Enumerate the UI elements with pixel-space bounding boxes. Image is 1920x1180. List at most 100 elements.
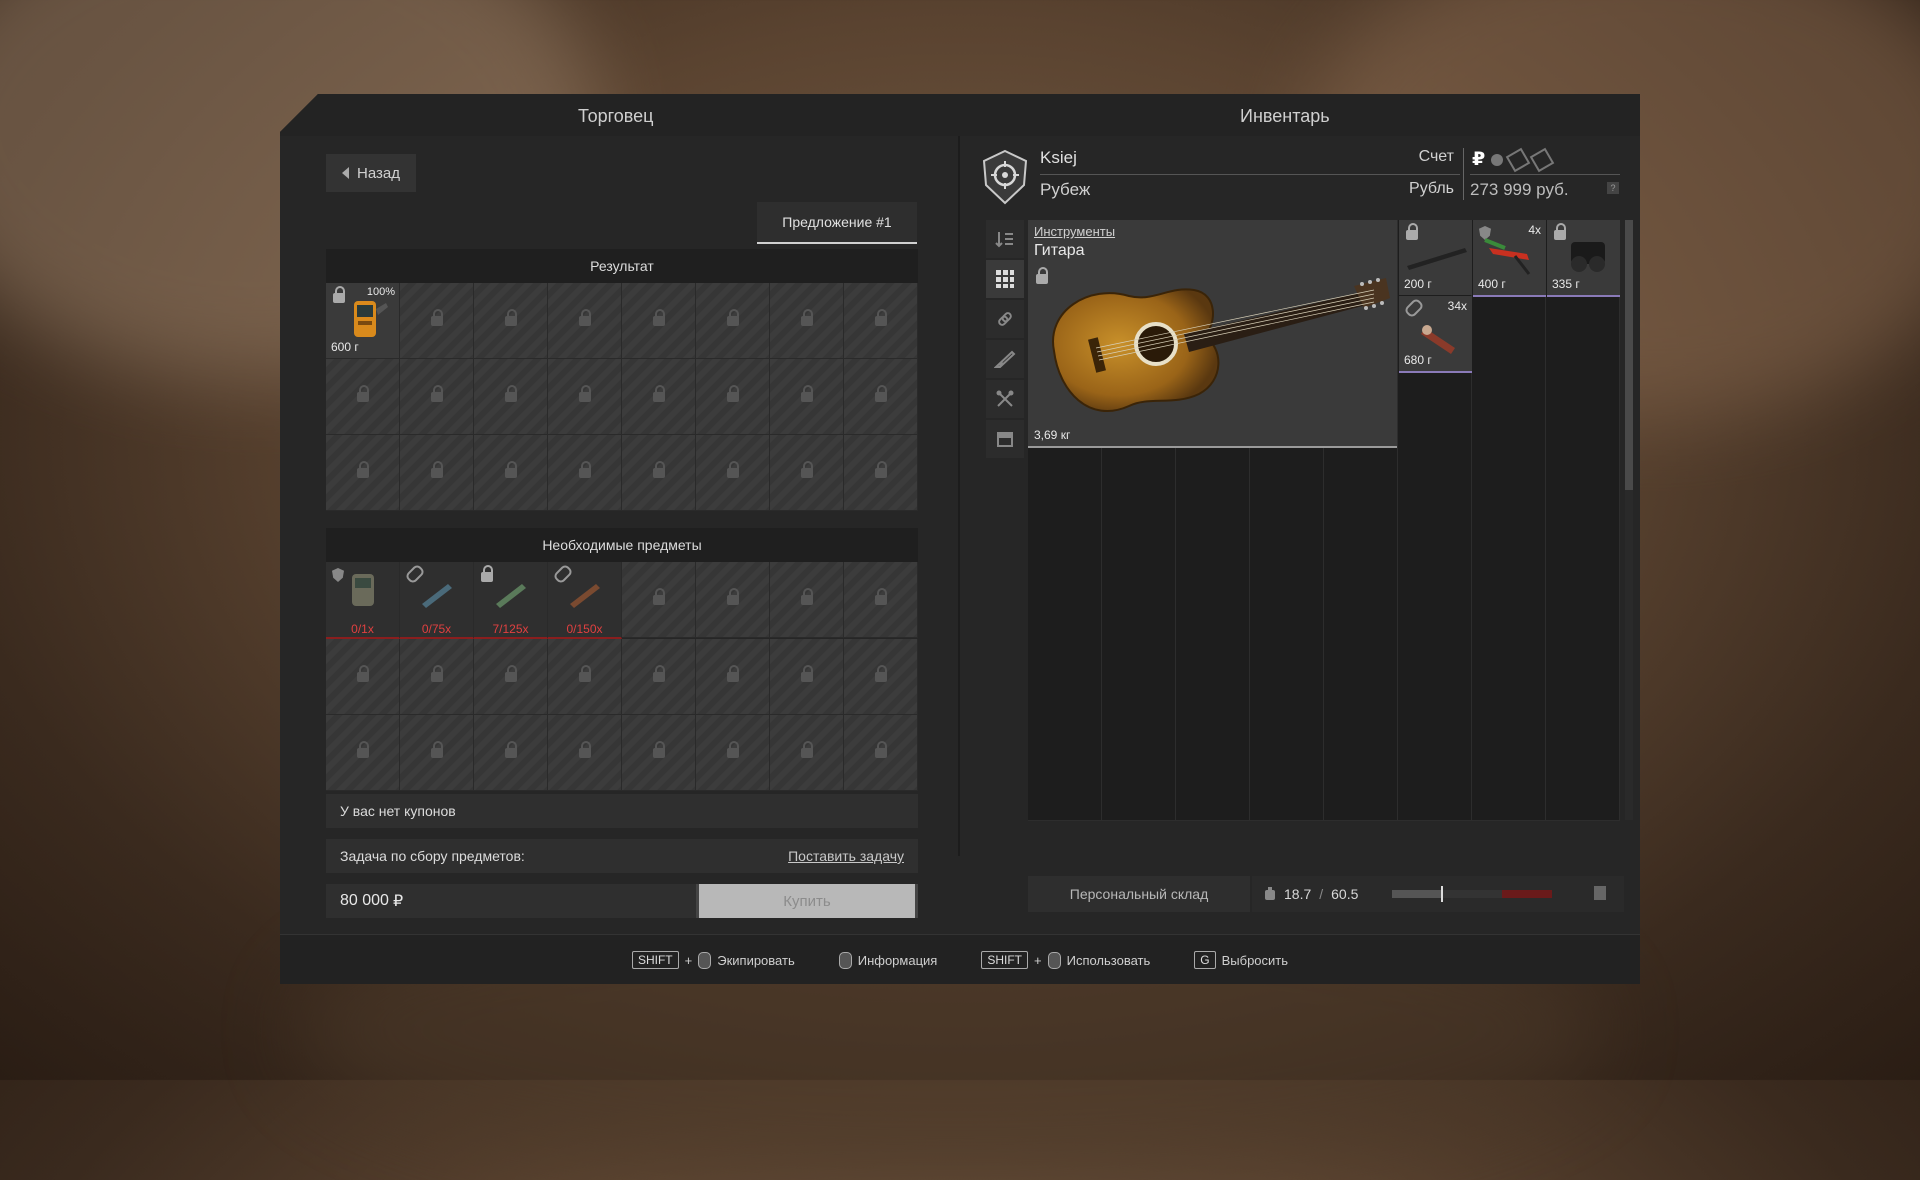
- inventory-slot[interactable]: [1176, 670, 1250, 746]
- inventory-slot[interactable]: [1398, 745, 1472, 821]
- inventory-slot[interactable]: [1546, 445, 1620, 521]
- inventory-slot[interactable]: [1028, 745, 1102, 821]
- inventory-slot[interactable]: [1472, 745, 1546, 821]
- trader-title: Торговец: [578, 106, 654, 126]
- faction-emblem-icon: [982, 149, 1028, 205]
- inventory-slot[interactable]: [1472, 520, 1546, 596]
- lock-icon: [874, 587, 887, 605]
- inventory-slot[interactable]: [1028, 670, 1102, 746]
- coin-icon[interactable]: [1491, 153, 1504, 166]
- inventory-slot[interactable]: [1176, 445, 1250, 521]
- inventory-slot[interactable]: [1102, 445, 1176, 521]
- inventory-slot[interactable]: [1546, 520, 1620, 596]
- inventory-slot[interactable]: [1176, 520, 1250, 596]
- inventory-slot[interactable]: [1102, 520, 1176, 596]
- sort-icon[interactable]: [986, 220, 1024, 258]
- inventory-item[interactable]: 200 г: [1399, 220, 1472, 295]
- inventory-slot[interactable]: [1472, 370, 1546, 446]
- inventory-slot[interactable]: [1028, 520, 1102, 596]
- inventory-slot[interactable]: [1546, 745, 1620, 821]
- storage-filter-icon[interactable]: [986, 420, 1024, 458]
- inventory-slot[interactable]: [1324, 745, 1398, 821]
- inventory-slot[interactable]: [1250, 595, 1324, 671]
- required-item[interactable]: 7/125x: [474, 562, 548, 639]
- back-label: Назад: [357, 164, 400, 182]
- ruble-icon[interactable]: ₽: [1472, 148, 1485, 171]
- inventory-slot[interactable]: [1398, 670, 1472, 746]
- inventory-item[interactable]: 335 г: [1547, 220, 1620, 297]
- inventory-slot[interactable]: [1324, 445, 1398, 521]
- personal-storage-button[interactable]: Персональный склад: [1028, 876, 1250, 912]
- inventory-slot[interactable]: [1176, 745, 1250, 821]
- weapon-filter-icon[interactable]: [986, 340, 1024, 378]
- inventory-slot[interactable]: [1398, 520, 1472, 596]
- inventory-slot[interactable]: [1472, 445, 1546, 521]
- result-grid: 100% 600 г: [326, 283, 918, 511]
- weight-max: 60.5: [1331, 886, 1359, 902]
- locked-slot: [400, 283, 474, 359]
- inventory-slot[interactable]: [1102, 670, 1176, 746]
- required-grid: 0/1x 0/75x 7/125x 0/150x: [326, 562, 918, 791]
- inventory-slot[interactable]: [1398, 370, 1472, 446]
- link-filter-icon[interactable]: [986, 300, 1024, 338]
- lock-icon: [726, 308, 739, 326]
- inventory-slot[interactable]: [1176, 595, 1250, 671]
- scrollbar-thumb[interactable]: [1625, 220, 1633, 490]
- player-name: Ksiej: [1040, 148, 1077, 167]
- inventory-scrollbar[interactable]: [1625, 220, 1633, 820]
- tools-filter-icon[interactable]: [986, 380, 1024, 418]
- inventory-slot[interactable]: [1546, 595, 1620, 671]
- inventory-slot[interactable]: [1028, 445, 1102, 521]
- back-button[interactable]: Назад: [326, 154, 416, 192]
- inventory-slot[interactable]: [1546, 370, 1620, 446]
- inventory-slot[interactable]: [1472, 595, 1546, 671]
- required-items-header: Необходимые предметы: [326, 528, 918, 562]
- inventory-title: Инвентарь: [1240, 106, 1330, 126]
- g-key-icon: G: [1194, 951, 1216, 969]
- locked-slot: [770, 562, 844, 638]
- lock-icon: [800, 740, 813, 758]
- inventory-slot[interactable]: [1102, 595, 1176, 671]
- locked-slot: [696, 283, 770, 359]
- grid-view-icon[interactable]: [986, 260, 1024, 298]
- inventory-slot[interactable]: [1028, 595, 1102, 671]
- lock-icon: [356, 664, 369, 682]
- inventory-slot[interactable]: [1250, 670, 1324, 746]
- lock-icon: [874, 384, 887, 402]
- inventory-slot[interactable]: [1250, 745, 1324, 821]
- locked-slot: [400, 639, 474, 715]
- inventory-slot[interactable]: [1398, 595, 1472, 671]
- inventory-slot[interactable]: [1472, 295, 1546, 371]
- inventory-slot[interactable]: [1324, 670, 1398, 746]
- player-faction: Рубеж: [1040, 180, 1091, 199]
- tab-offer-1[interactable]: Предложение #1: [757, 202, 917, 244]
- ticket-icon[interactable]: [1529, 147, 1555, 172]
- buy-button[interactable]: Купить: [696, 884, 918, 918]
- inventory-slot[interactable]: [1324, 520, 1398, 596]
- inventory-slot[interactable]: [1324, 595, 1398, 671]
- required-item[interactable]: 0/1x: [326, 562, 400, 639]
- coupon-icon[interactable]: [1505, 147, 1531, 172]
- inventory-slot[interactable]: [1472, 670, 1546, 746]
- locked-slot: [696, 359, 770, 435]
- required-item[interactable]: 0/150x: [548, 562, 622, 639]
- inventory-item[interactable]: 34x 680 г: [1399, 296, 1472, 373]
- hint-equip: SHIFT + Экипировать: [631, 951, 795, 969]
- trash-icon[interactable]: [1594, 886, 1606, 900]
- help-icon[interactable]: ?: [1607, 182, 1619, 194]
- mouse-right-icon: [1047, 951, 1061, 969]
- inventory-slot[interactable]: [1546, 670, 1620, 746]
- inventory-item[interactable]: 4x 400 г: [1473, 220, 1546, 297]
- weight-separator: /: [1319, 886, 1324, 902]
- inventory-slot[interactable]: [1546, 295, 1620, 371]
- required-item[interactable]: 0/75x: [400, 562, 474, 639]
- required-count: 0/150x: [566, 622, 603, 636]
- inventory-slot[interactable]: [1250, 445, 1324, 521]
- locked-slot: [548, 639, 622, 715]
- inventory-slot[interactable]: [1250, 520, 1324, 596]
- set-task-link[interactable]: Поставить задачу: [788, 848, 904, 864]
- inventory-item-guitar[interactable]: Инструменты Гитара 3,69 кг: [1028, 220, 1397, 448]
- inventory-slot[interactable]: [1102, 745, 1176, 821]
- inventory-slot[interactable]: [1398, 445, 1472, 521]
- result-item[interactable]: 100% 600 г: [326, 283, 400, 359]
